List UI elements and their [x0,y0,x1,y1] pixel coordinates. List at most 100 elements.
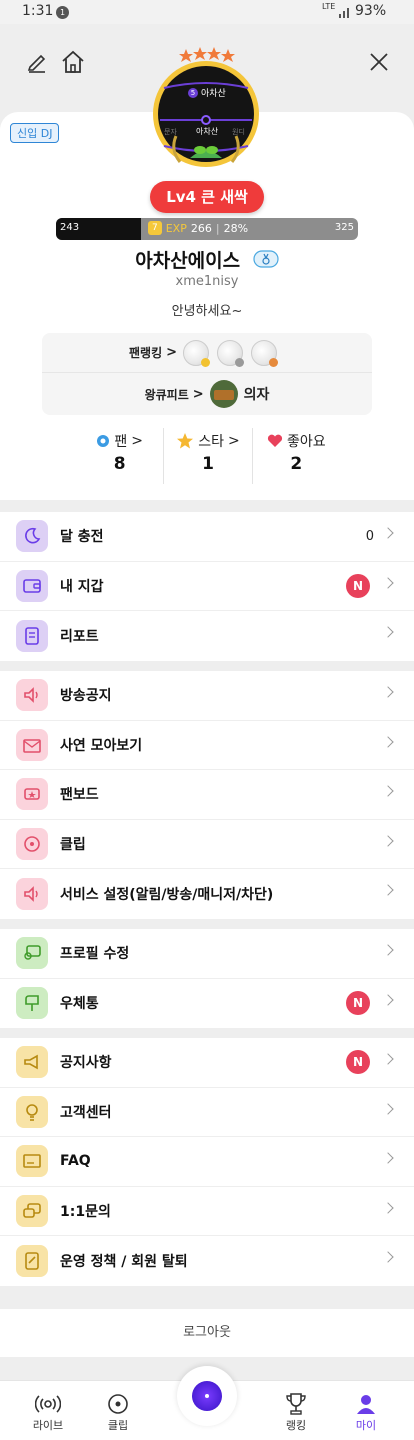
menu-item-service-settings[interactable]: 서비스 설정(알림/방송/매니저/차단) [0,869,414,919]
menu-item-report[interactable]: 리포트 [0,611,414,661]
exp-left-value: 243 [60,222,80,233]
chevron-right-icon [382,527,394,539]
fan-avatar[interactable] [183,339,211,367]
new-badge: N [346,991,370,1016]
menu-item-policy[interactable]: 운영 정책 / 회원 탈퇴 [0,1236,414,1286]
ranking-box: 팬랭킹 > 왕큐피트 > 의자 [42,333,372,415]
notification-badge: 1 [56,6,69,19]
menu-label: 1:1문의 [60,1203,111,1220]
close-button[interactable] [364,47,394,77]
fan-avatar[interactable] [217,339,245,367]
menu-label: 사연 모아보기 [60,737,143,754]
menu-item-wallet[interactable]: 내 지갑 N [0,562,414,611]
stat-fan[interactable]: 팬 > 8 [76,428,163,484]
fan-avatar[interactable] [251,339,279,367]
new-badge: N [346,573,370,598]
stat-star[interactable]: 스타 > 1 [163,428,251,484]
chevron-right-icon [382,993,394,1006]
menu-item-notices[interactable]: 공지사항 N [0,1038,414,1088]
menu-label: 내 지갑 [60,578,104,595]
menu-label: 운영 정책 / 회원 탈퇴 [60,1253,188,1270]
clip-icon [16,827,48,860]
exp-level-num: 7 [148,221,162,235]
chevron-right-icon [382,834,394,847]
menu-item-stories[interactable]: 사연 모아보기 [0,721,414,770]
new-badge: N [346,1050,370,1075]
menu-label: 클립 [60,836,86,853]
menu-item-clip[interactable]: 클립 [0,820,414,869]
stat-like[interactable]: 좋아요 2 [251,428,340,484]
menu-item-customer-center[interactable]: 고객센터 [0,1088,414,1137]
menu-label: 서비스 설정(알림/방송/매니저/차단) [60,886,274,903]
menu-label: 리포트 [60,628,99,645]
king-cupid-row[interactable]: 왕큐피트 > 의자 [42,374,372,414]
menu-group-currency: 달 충전 0 내 지갑 N 리포트 [0,512,414,661]
menu-label: 공지사항 [60,1055,112,1072]
home-button[interactable] [58,47,88,77]
stat-value: 1 [202,454,214,474]
chevron-right-icon [382,1201,394,1214]
my-icon [357,1395,375,1414]
status-time: 1:31 [22,3,54,19]
king-cupid-label: 왕큐피트 [144,387,189,402]
nav-my[interactable]: 마이 [336,1391,396,1433]
menu-label: 팬보드 [60,787,99,804]
menu-item-mailbox[interactable]: 우체통 N [0,979,414,1029]
inquiry-icon [16,1194,48,1227]
menu-group-broadcast: 방송공지 사연 모아보기 팬보드 클립 서비스 설정(알림/방송/매니저/차단) [0,671,414,919]
nickname: 아차산에이스 [135,250,241,272]
medal-current-name: 아차산 [196,127,219,136]
nav-clip[interactable]: 클립 [88,1391,148,1433]
chevron-right-icon [382,626,394,638]
letter-icon [16,728,48,761]
menu-item-faq[interactable]: FAQ [0,1137,414,1187]
speaker-icon [16,679,48,712]
chevron-right-icon [382,1102,394,1115]
nav-label: 마이 [355,1419,377,1432]
chevron-right-icon [382,1053,394,1065]
fan-ranking-label: 팬랭킹 [128,346,163,360]
megaphone-icon [16,1046,48,1079]
logout-button[interactable]: 로그아웃 [0,1309,414,1357]
stats-row: 팬 > 8 스타 > 1 좋아요 2 [76,428,340,484]
nav-live[interactable]: 라이브 [18,1391,78,1433]
chevron-right-icon: > [228,433,240,449]
bulb-icon [16,1095,48,1128]
menu-item-inquiry[interactable]: 1:1문의 [0,1187,414,1236]
star-icon [177,433,194,449]
chevron-right-icon [382,1251,394,1263]
broadcast-center-button[interactable] [177,1366,237,1426]
chevron-right-icon: > [192,386,204,402]
menu-item-moon-charge[interactable]: 달 충전 0 [0,512,414,562]
nickname-row: 아차산에이스 [0,246,414,273]
policy-icon [16,1244,48,1277]
faq-icon [16,1145,48,1178]
menu-group-profile: 프로필 수정 우체통 N [0,929,414,1028]
mailbox-icon [16,987,48,1020]
menu-item-fanboard[interactable]: 팬보드 [0,770,414,820]
fan-ranking-row[interactable]: 팬랭킹 > [42,333,372,373]
status-bar: 1:31 1 LTE 93% [0,0,414,24]
moon-icon [16,520,48,553]
menu-item-broadcast-notice[interactable]: 방송공지 [0,671,414,721]
menu-label: 고객센터 [60,1104,112,1121]
chevron-right-icon: > [131,433,143,449]
verified-badge-icon [253,250,279,273]
medal-left-name: 문자 [164,128,177,136]
chevron-right-icon [382,785,394,797]
profile-edit-icon [16,937,48,970]
menu-label: 프로필 수정 [60,946,130,963]
fan-icon [97,435,110,447]
heart-icon [267,434,283,447]
battery-label: 93% [355,3,387,19]
menu-item-profile-edit[interactable]: 프로필 수정 [0,929,414,979]
level-pill[interactable]: Lv4 큰 새싹 [150,181,264,213]
broadcast-orb-icon [192,1381,222,1411]
network-label: LTE [322,2,336,11]
menu-group-support: 공지사항 N 고객센터 FAQ 1:1문의 운영 정책 / 회원 탈퇴 [0,1038,414,1286]
edit-button[interactable] [22,47,52,77]
menu-label: FAQ [60,1153,91,1170]
king-cupid-name: 의자 [243,387,270,403]
exp-info: 7 EXP 266 | 28% [148,221,248,235]
nav-ranking[interactable]: 랭킹 [266,1391,326,1433]
